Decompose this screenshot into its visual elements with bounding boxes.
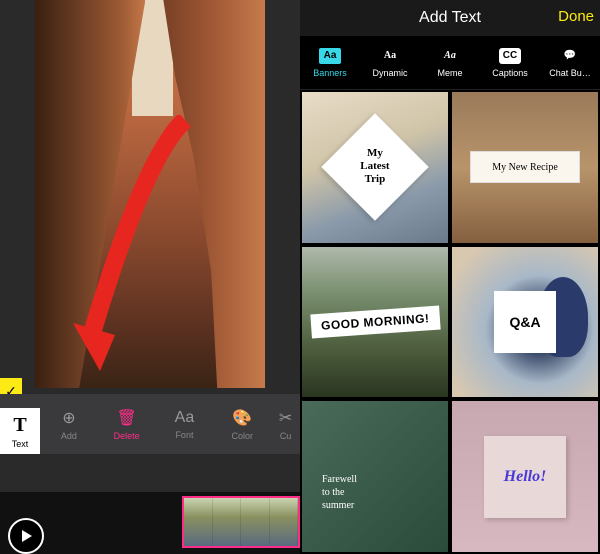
- tab-meme-label: Meme: [437, 68, 462, 78]
- color-label: Color: [231, 431, 253, 441]
- text-style-nav: Aa Banners Aa Dynamic Aa Meme CC Caption…: [300, 36, 600, 90]
- template-4-text: Q&A: [494, 291, 556, 353]
- template-3-text: GOOD MORNING!: [310, 306, 440, 339]
- meme-icon: Aa: [439, 48, 461, 64]
- template-good-morning[interactable]: GOOD MORNING!: [302, 247, 448, 398]
- dynamic-icon: Aa: [379, 48, 401, 64]
- panel-title: Add Text: [419, 9, 481, 27]
- template-new-recipe[interactable]: My New Recipe: [452, 92, 598, 243]
- text-templates-panel: Add Text Done Aa Banners Aa Dynamic Aa M…: [300, 0, 600, 554]
- done-button[interactable]: Done: [558, 8, 594, 25]
- tab-banners[interactable]: Aa Banners: [300, 36, 360, 89]
- template-5-text: Farewell to the summer: [322, 473, 357, 512]
- font-icon: Aa: [175, 409, 195, 427]
- tab-chat-label: Chat Bu…: [549, 68, 591, 78]
- add-button[interactable]: ⊕ Add: [40, 394, 98, 454]
- font-label: Font: [175, 430, 193, 440]
- template-qa[interactable]: Q&A: [452, 247, 598, 398]
- template-farewell[interactable]: Farewell to the summer: [302, 401, 448, 552]
- template-hello[interactable]: Hello!: [452, 401, 598, 552]
- chat-icon: 💬: [559, 48, 581, 64]
- text-toolbar: T Text ⊕ Add 🗑 Delete Aa Font 🎨 Color ✂ …: [0, 394, 300, 454]
- tab-dynamic[interactable]: Aa Dynamic: [360, 36, 420, 89]
- video-preview[interactable]: [35, 0, 265, 388]
- template-latest-trip[interactable]: My Latest Trip: [302, 92, 448, 243]
- tab-dynamic-label: Dynamic: [372, 68, 407, 78]
- tab-captions[interactable]: CC Captions: [480, 36, 540, 89]
- tab-chat[interactable]: 💬 Chat Bu…: [540, 36, 600, 89]
- cut-button[interactable]: ✂ Cu: [271, 394, 300, 454]
- tab-banners-label: Banners: [313, 68, 347, 78]
- captions-icon: CC: [499, 48, 521, 64]
- banners-icon: Aa: [319, 48, 341, 64]
- template-grid: My Latest Trip My New Recipe GOOD MORNIN…: [300, 90, 600, 554]
- text-tool-label: Text: [12, 439, 29, 449]
- play-button[interactable]: [8, 518, 44, 554]
- text-icon: T: [13, 414, 26, 437]
- delete-label: Delete: [114, 431, 140, 441]
- play-icon: [19, 529, 33, 543]
- template-1-text: My Latest Trip: [360, 148, 389, 188]
- preview-frame: [35, 0, 265, 388]
- add-label: Add: [61, 431, 77, 441]
- timeline[interactable]: [0, 492, 300, 554]
- template-6-text: Hello!: [484, 436, 566, 518]
- palette-icon: 🎨: [232, 408, 252, 428]
- panel-header: Add Text Done: [300, 0, 600, 36]
- delete-button[interactable]: 🗑 Delete: [98, 394, 156, 454]
- editor-panel: ✓ T Text ⊕ Add 🗑 Delete Aa Font 🎨 Color …: [0, 0, 300, 554]
- tab-meme[interactable]: Aa Meme: [420, 36, 480, 89]
- delete-icon: 🗑: [117, 408, 137, 428]
- add-icon: ⊕: [62, 408, 75, 428]
- font-button[interactable]: Aa Font: [156, 394, 214, 454]
- cut-icon: ✂: [279, 408, 292, 428]
- template-2-text: My New Recipe: [470, 151, 580, 183]
- cut-label: Cu: [280, 431, 292, 441]
- color-button[interactable]: 🎨 Color: [213, 394, 271, 454]
- timeline-clip[interactable]: [182, 496, 300, 548]
- text-tool-button[interactable]: T Text: [0, 408, 40, 454]
- tab-captions-label: Captions: [492, 68, 528, 78]
